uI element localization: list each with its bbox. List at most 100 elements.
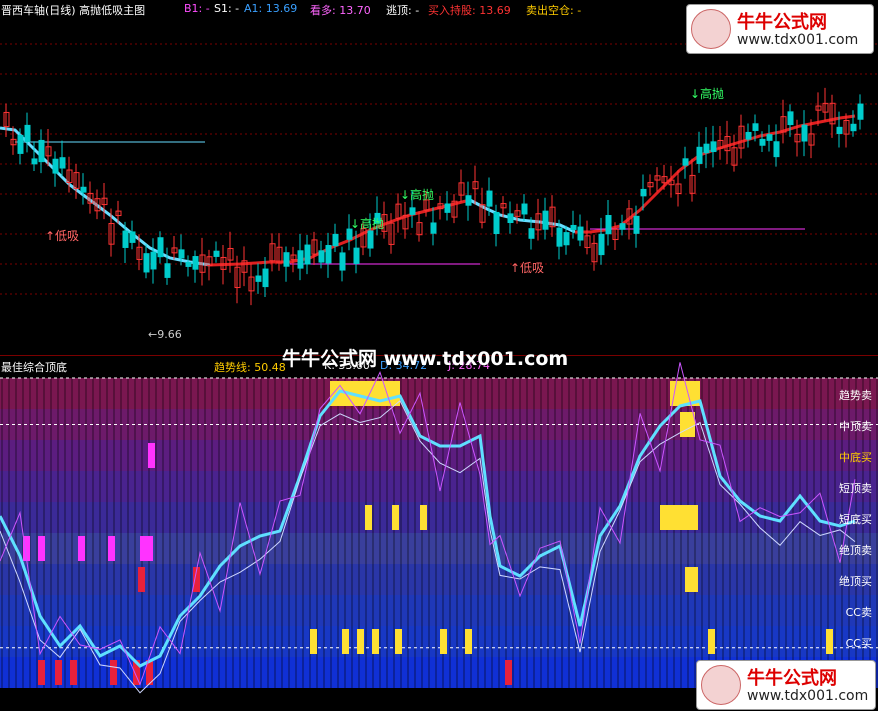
- candle: [598, 233, 605, 256]
- signal-bar: [357, 629, 364, 654]
- signal-bar: [420, 505, 427, 530]
- low-buy-signal: ↑低吸: [45, 229, 79, 243]
- legend-item: S1: -: [214, 2, 240, 15]
- candle: [759, 138, 766, 146]
- signal-bar: [55, 660, 62, 685]
- signal-bar: [38, 660, 45, 685]
- legend-item: B1: -: [184, 2, 210, 15]
- indicator-panel[interactable]: 最佳综合顶底 趋势线: 50.48 K: 33.60 D: 34.72 J: 28.7…: [0, 356, 878, 711]
- signal-bar: [78, 536, 85, 561]
- low-buy-signal: ↑低吸: [510, 261, 544, 275]
- legend-item: 看多: 13.70: [310, 4, 371, 17]
- indicator-chart[interactable]: [0, 356, 878, 711]
- candle: [157, 237, 164, 258]
- band-label: 趋势卖: [839, 389, 872, 402]
- candle: [486, 190, 493, 207]
- candle: [38, 139, 45, 163]
- signal-bar: [108, 536, 115, 561]
- watermark-top-title: 牛牛公式网: [737, 12, 827, 33]
- candle: [150, 251, 157, 270]
- candle: [682, 158, 689, 166]
- candle: [59, 157, 66, 169]
- candle: [164, 263, 171, 278]
- signal-bar: [70, 660, 77, 685]
- candle: [507, 213, 514, 224]
- signal-bar: [708, 629, 715, 654]
- candle: [430, 222, 437, 234]
- candle: [325, 245, 332, 264]
- signal-bar: [342, 629, 349, 654]
- candle: [710, 141, 717, 153]
- candle: [619, 223, 626, 230]
- candle: [801, 124, 808, 142]
- candle: [129, 231, 136, 243]
- band-label: CC买: [845, 637, 872, 650]
- signal-bar: [395, 629, 402, 654]
- candle: [556, 227, 563, 247]
- signal-bar: [110, 660, 117, 685]
- candle: [31, 158, 38, 165]
- watermark-bottom-url: www.tdx001.com: [747, 688, 869, 704]
- watermark-top: 牛牛公式网 www.tdx001.com: [686, 4, 874, 54]
- candle: [703, 143, 710, 154]
- signal-bar: [826, 629, 833, 654]
- signal-bar: [505, 660, 512, 685]
- candle: [563, 232, 570, 246]
- high-sell-signal: ↓高抛: [400, 187, 434, 202]
- signal-bar: [392, 505, 399, 530]
- candle: [353, 247, 360, 264]
- band-label: 短底买: [839, 513, 872, 526]
- signal-bar: [138, 567, 145, 592]
- indicator-band: [0, 533, 878, 564]
- candle: [262, 268, 269, 288]
- signal-bar: [372, 629, 379, 654]
- signal-bar: [465, 629, 472, 654]
- candle: [213, 250, 220, 257]
- legend-item: 买入持股: 13.69: [428, 4, 511, 17]
- candle: [283, 252, 290, 267]
- candle: [185, 261, 192, 267]
- signal-bar: [685, 567, 698, 592]
- candle: [570, 224, 577, 230]
- band-label: 中底买: [839, 451, 872, 464]
- cow-logo-icon: [701, 665, 741, 705]
- band-label: CC卖: [845, 606, 872, 619]
- candle: [521, 203, 528, 215]
- indicator-band: [0, 564, 878, 595]
- watermark-bottom: 牛牛公式网 www.tdx001.com: [696, 660, 876, 710]
- candle: [318, 250, 325, 263]
- legend-item: 逃顶: -: [386, 4, 420, 17]
- candle: [577, 226, 584, 241]
- watermark-bottom-title: 牛牛公式网: [747, 668, 837, 689]
- signal-bar: [440, 629, 447, 654]
- candle: [745, 131, 752, 140]
- signal-bar: [38, 536, 45, 561]
- candle: [528, 228, 535, 239]
- watermark-top-url: www.tdx001.com: [737, 32, 859, 48]
- chart-title: 晋西车轴(日线) 高抛低吸主图: [1, 4, 146, 17]
- low-price-label: ←9.66: [148, 328, 182, 341]
- indicator-legend-item: 趋势线: 50.48: [214, 361, 286, 374]
- signal-bar: [310, 629, 317, 654]
- high-sell-signal: ↓高抛: [350, 216, 384, 231]
- candle: [304, 244, 311, 265]
- indicator-title: 最佳综合顶底: [1, 361, 67, 374]
- indicator-band: [0, 626, 878, 657]
- candle: [255, 275, 262, 282]
- candle: [80, 186, 87, 193]
- candle: [192, 256, 199, 270]
- indicator-band: [0, 595, 878, 626]
- candle: [850, 123, 857, 132]
- candle: [17, 134, 24, 154]
- signal-bar: [660, 505, 698, 530]
- candle: [773, 141, 780, 158]
- candle: [857, 103, 864, 120]
- candle: [143, 253, 150, 273]
- candle: [178, 249, 185, 259]
- candle: [367, 230, 374, 249]
- signal-bar: [365, 505, 372, 530]
- center-watermark: 牛牛公式网 www.tdx001.com: [282, 348, 569, 370]
- candle: [542, 210, 549, 230]
- candle: [297, 250, 304, 269]
- cow-logo-icon: [691, 9, 731, 49]
